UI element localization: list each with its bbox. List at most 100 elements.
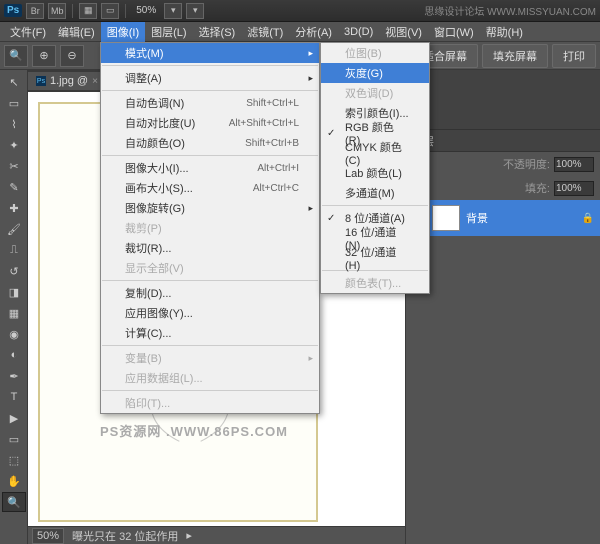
menu-window[interactable]: 窗口(W) <box>428 22 480 42</box>
fill-row: 填充: <box>406 176 600 200</box>
history-brush-tool[interactable]: ↺ <box>2 261 26 281</box>
status-arrow-icon[interactable]: ▸ <box>186 529 192 542</box>
mode-submenu: 位图(B) 灰度(G) 双色调(D) 索引颜色(I)... ✓RGB 颜色(R)… <box>320 42 430 294</box>
fill-input[interactable] <box>554 181 594 196</box>
close-icon[interactable]: × <box>92 76 98 87</box>
zoom-in-icon[interactable]: ⊕ <box>32 45 56 67</box>
shape-tool[interactable]: ▭ <box>2 429 26 449</box>
menu-item-calculations[interactable]: 计算(C)... <box>101 323 319 343</box>
menu-item-canvas-size[interactable]: 画布大小(S)...Alt+Ctrl+C <box>101 178 319 198</box>
print-size-button[interactable]: 打印 <box>552 44 596 68</box>
menu-filter[interactable]: 滤镜(T) <box>241 22 289 42</box>
view-extras-icon[interactable]: ▦ <box>79 3 97 19</box>
check-icon: ✓ <box>327 213 335 224</box>
panels: 图层 不透明度: 填充: 背景 🔒 <box>405 70 600 544</box>
stamp-tool[interactable]: ⎍ <box>2 240 26 260</box>
ps-doc-icon: Ps <box>36 76 46 86</box>
menu-item-reveal-all[interactable]: 显示全部(V) <box>101 258 319 278</box>
layer-name: 背景 <box>466 210 488 226</box>
menu-help[interactable]: 帮助(H) <box>480 22 529 42</box>
menu-item-crop[interactable]: 裁剪(P) <box>101 218 319 238</box>
menu-3d[interactable]: 3D(D) <box>338 24 379 40</box>
menu-item-duplicate[interactable]: 复制(D)... <box>101 283 319 303</box>
layer-row[interactable]: 背景 🔒 <box>406 200 600 236</box>
dodge-tool[interactable]: ◐ <box>2 345 26 365</box>
mode-lab[interactable]: Lab 颜色(L) <box>321 163 429 183</box>
menu-image[interactable]: 图像(I) <box>101 22 145 42</box>
menu-item-auto-tone[interactable]: 自动色调(N)Shift+Ctrl+L <box>101 93 319 113</box>
mode-multichannel[interactable]: 多通道(M) <box>321 183 429 203</box>
type-tool[interactable]: T <box>2 387 26 407</box>
menu-bar: 文件(F) 编辑(E) 图像(I) 图层(L) 选择(S) 滤镜(T) 分析(A… <box>0 22 600 42</box>
document-tab[interactable]: Ps 1.jpg @ × <box>28 72 107 90</box>
lasso-tool[interactable]: ⌇ <box>2 114 26 134</box>
status-zoom[interactable]: 50% <box>32 528 64 544</box>
minibridge-icon[interactable]: Mb <box>48 3 66 19</box>
mode-bitmap[interactable]: 位图(B) <box>321 43 429 63</box>
opacity-input[interactable] <box>554 157 594 172</box>
zoom-tool-icon[interactable]: 🔍 <box>4 45 28 67</box>
menu-item-variables[interactable]: 变量(B)▸ <box>101 348 319 368</box>
layers-panel-header[interactable]: 图层 <box>406 130 600 152</box>
status-text: 曝光只在 32 位起作用 <box>72 528 178 544</box>
brush-tool[interactable]: 🖌 <box>2 219 26 239</box>
gradient-tool[interactable]: ▦ <box>2 303 26 323</box>
menu-select[interactable]: 选择(S) <box>193 22 242 42</box>
status-bar: 50% 曝光只在 32 位起作用 ▸ <box>28 526 405 544</box>
layer-thumbnail[interactable] <box>432 205 460 231</box>
fill-label: 填充: <box>525 180 550 196</box>
toolbox: ↖ ▭ ⌇ ✦ ✂ ✎ ✚ 🖌 ⎍ ↺ ◨ ▦ ◉ ◐ ✒ T ▶ ▭ ⬚ ✋ … <box>0 70 28 544</box>
arrange-icon[interactable]: ▾ <box>164 3 182 19</box>
fill-screen-button[interactable]: 填充屏幕 <box>482 44 548 68</box>
3d-tool[interactable]: ⬚ <box>2 450 26 470</box>
bridge-icon[interactable]: Br <box>26 3 44 19</box>
menu-edit[interactable]: 编辑(E) <box>52 22 101 42</box>
zoom-level[interactable]: 50% <box>136 5 156 16</box>
menu-item-auto-contrast[interactable]: 自动对比度(U)Alt+Shift+Ctrl+L <box>101 113 319 133</box>
menu-item-auto-color[interactable]: 自动颜色(O)Shift+Ctrl+B <box>101 133 319 153</box>
canvas-watermark: PS资源网 .WWW.86PS.COM <box>100 421 288 440</box>
zoom-tool[interactable]: 🔍 <box>2 492 26 512</box>
path-tool[interactable]: ▶ <box>2 408 26 428</box>
menu-item-trap[interactable]: 陷印(T)... <box>101 393 319 413</box>
crop-tool[interactable]: ✂ <box>2 156 26 176</box>
menu-file[interactable]: 文件(F) <box>4 22 52 42</box>
pen-tool[interactable]: ✒ <box>2 366 26 386</box>
color-panel[interactable] <box>406 70 600 130</box>
menu-item-trim[interactable]: 裁切(R)... <box>101 238 319 258</box>
watermark-brand: 思缘设计论坛 WWW.MISSYUAN.COM <box>424 3 596 18</box>
menu-item-apply-image[interactable]: 应用图像(Y)... <box>101 303 319 323</box>
view-rulers-icon[interactable]: ▭ <box>101 3 119 19</box>
image-menu-dropdown: 模式(M)▸ 调整(A)▸ 自动色调(N)Shift+Ctrl+L 自动对比度(… <box>100 42 320 414</box>
heal-tool[interactable]: ✚ <box>2 198 26 218</box>
wand-tool[interactable]: ✦ <box>2 135 26 155</box>
mode-grayscale[interactable]: 灰度(G) <box>321 63 429 83</box>
menu-analysis[interactable]: 分析(A) <box>289 22 338 42</box>
mode-cmyk[interactable]: CMYK 颜色(C) <box>321 143 429 163</box>
menu-item-adjustments[interactable]: 调整(A)▸ <box>101 68 319 88</box>
lock-icon: 🔒 <box>582 213 594 224</box>
menu-view[interactable]: 视图(V) <box>379 22 428 42</box>
marquee-tool[interactable]: ▭ <box>2 93 26 113</box>
mode-duotone[interactable]: 双色调(D) <box>321 83 429 103</box>
menu-item-image-rotation[interactable]: 图像旋转(G)▸ <box>101 198 319 218</box>
title-bar: Ps Br Mb ▦ ▭ 50% ▾ ▾ 思缘设计论坛 WWW.MISSYUAN… <box>0 0 600 22</box>
mode-32bit[interactable]: 32 位/通道(H) <box>321 248 429 268</box>
zoom-out-icon[interactable]: ⊖ <box>60 45 84 67</box>
hand-tool[interactable]: ✋ <box>2 471 26 491</box>
app-logo: Ps <box>4 4 22 17</box>
tab-label: 1.jpg @ <box>50 75 88 87</box>
opacity-label: 不透明度: <box>503 156 550 172</box>
eyedropper-tool[interactable]: ✎ <box>2 177 26 197</box>
opacity-row: 不透明度: <box>406 152 600 176</box>
mode-color-table[interactable]: 颜色表(T)... <box>321 273 429 293</box>
move-tool[interactable]: ↖ <box>2 72 26 92</box>
screen-mode-icon[interactable]: ▾ <box>186 3 204 19</box>
blur-tool[interactable]: ◉ <box>2 324 26 344</box>
check-icon: ✓ <box>327 128 335 139</box>
eraser-tool[interactable]: ◨ <box>2 282 26 302</box>
menu-item-datasets[interactable]: 应用数据组(L)... <box>101 368 319 388</box>
menu-item-image-size[interactable]: 图像大小(I)...Alt+Ctrl+I <box>101 158 319 178</box>
menu-item-mode[interactable]: 模式(M)▸ <box>101 43 319 63</box>
menu-layer[interactable]: 图层(L) <box>145 22 192 42</box>
